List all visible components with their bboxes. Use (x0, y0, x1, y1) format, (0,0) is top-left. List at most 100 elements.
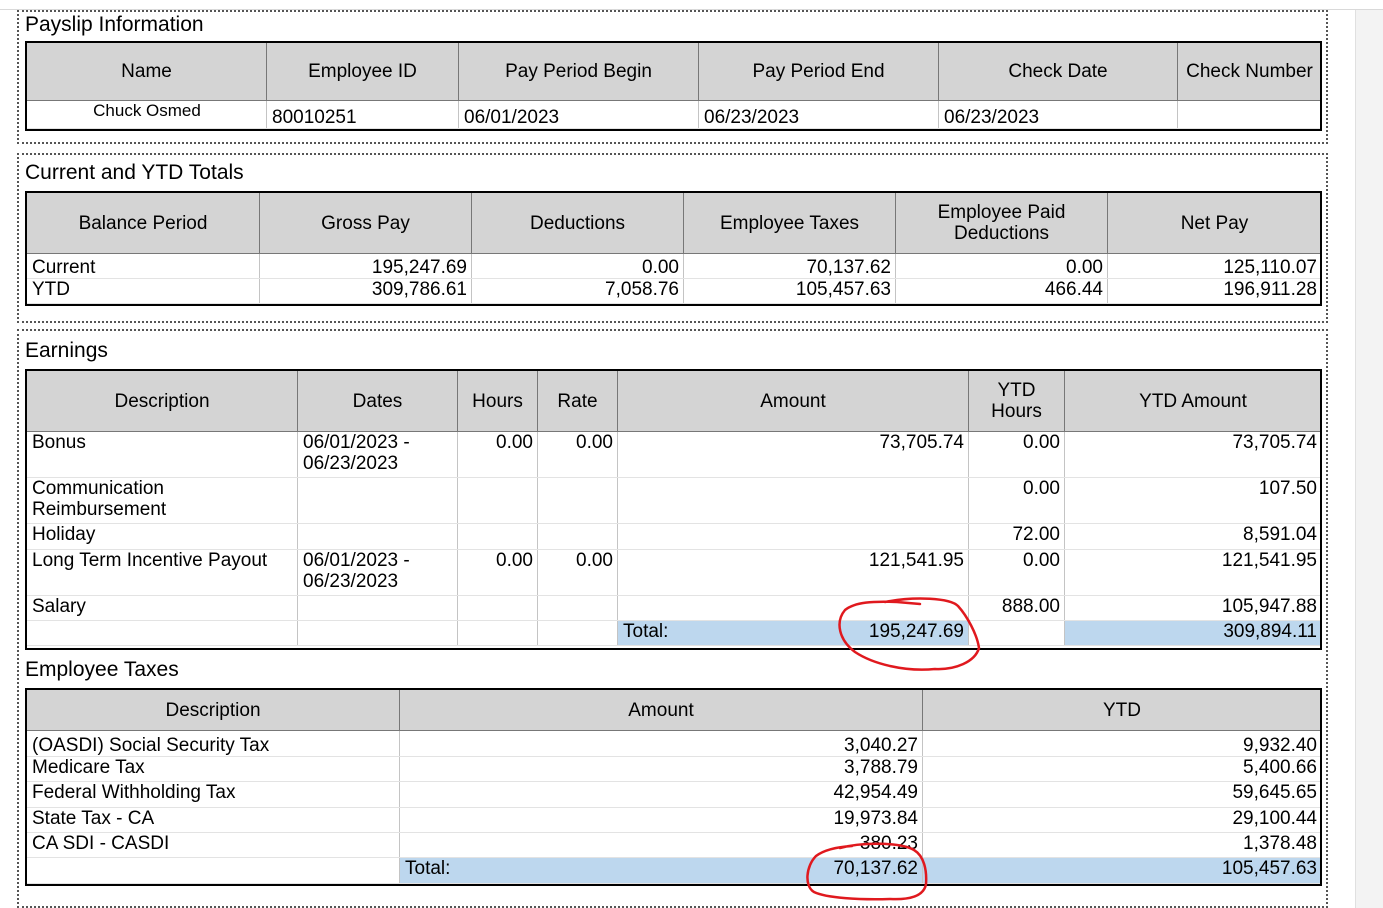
balance-period: Current (26, 253, 260, 279)
table-row: Holiday 72.00 8,591.04 (26, 523, 1322, 550)
table-row: (OASDI) Social Security Tax 3,040.27 9,9… (26, 730, 1322, 757)
tax-description: Federal Withholding Tax (26, 781, 400, 808)
table-row: Long Term Incentive Payout 06/01/2023 - … (26, 549, 1322, 596)
empty-cell (537, 620, 618, 646)
header-hours: Hours (457, 370, 538, 432)
total-label: Total: (405, 858, 451, 879)
table-row: YTD 309,786.61 7,058.76 105,457.63 466.4… (26, 278, 1322, 304)
pay-period-end: 06/23/2023 (698, 100, 939, 129)
tax-amount: 42,954.49 (399, 781, 923, 808)
earning-hours (457, 595, 538, 621)
earning-rate: 0.00 (537, 431, 618, 478)
total-row: Total: 70,137.62 105,457.63 (26, 857, 1322, 884)
net-pay: 196,911.28 (1107, 278, 1322, 304)
tax-ytd: 59,645.65 (922, 781, 1322, 808)
earning-description: Salary (26, 595, 298, 621)
empty-cell (297, 620, 458, 646)
header-description: Description (26, 370, 298, 432)
total-label: Total: (623, 621, 669, 642)
scrollbar-track[interactable] (1355, 10, 1383, 908)
earning-ytd-amount: 107.50 (1064, 477, 1322, 524)
earning-hours (457, 523, 538, 550)
earning-dates (297, 595, 458, 621)
tax-amount: 3,040.27 (399, 730, 923, 757)
earnings-total-amount: 195,247.69 (868, 621, 964, 642)
employee-paid-deductions: 466.44 (895, 278, 1108, 304)
earning-ytd-amount: 121,541.95 (1064, 549, 1322, 596)
earning-ytd-hours: 72.00 (968, 523, 1065, 550)
section-title: Payslip Information (25, 13, 204, 36)
earnings-table: Description Dates Hours Rate Amount YTD … (26, 370, 1322, 646)
earning-dates: 06/01/2023 - 06/23/2023 (297, 549, 458, 596)
section-title: Current and YTD Totals (25, 161, 244, 184)
tax-description: State Tax - CA (26, 807, 400, 833)
header-pay-period-begin: Pay Period Begin (458, 42, 699, 101)
earning-rate (537, 595, 618, 621)
earnings-total-ytd-amount: 309,894.11 (1064, 620, 1322, 646)
earning-ytd-hours: 0.00 (968, 549, 1065, 596)
net-pay: 125,110.07 (1107, 253, 1322, 279)
employee-taxes: 70,137.62 (683, 253, 896, 279)
header-ytd-hours: YTD Hours (968, 370, 1065, 432)
header-dates: Dates (297, 370, 458, 432)
earning-hours (457, 477, 538, 524)
empty-cell (968, 620, 1065, 646)
earning-ytd-hours: 0.00 (968, 431, 1065, 478)
earning-description: Holiday (26, 523, 298, 550)
tax-description: (OASDI) Social Security Tax (26, 730, 400, 757)
earning-hours: 0.00 (457, 549, 538, 596)
deductions: 0.00 (471, 253, 684, 279)
earning-ytd-amount: 8,591.04 (1064, 523, 1322, 550)
tax-amount: 19,973.84 (399, 807, 923, 833)
payslip-table: Name Employee ID Pay Period Begin Pay Pe… (26, 42, 1322, 129)
gross-pay: 309,786.61 (259, 278, 472, 304)
earning-ytd-amount: 73,705.74 (1064, 431, 1322, 478)
check-date: 06/23/2023 (938, 100, 1178, 129)
table-row: Medicare Tax 3,788.79 5,400.66 (26, 756, 1322, 782)
earning-hours: 0.00 (457, 431, 538, 478)
header-pay-period-end: Pay Period End (698, 42, 939, 101)
pay-period-begin: 06/01/2023 (458, 100, 699, 129)
taxes-total-ytd: 105,457.63 (922, 857, 1322, 884)
header-gross-pay: Gross Pay (259, 192, 472, 254)
check-number (1177, 100, 1322, 129)
earning-ytd-hours: 888.00 (968, 595, 1065, 621)
earning-description: Bonus (26, 431, 298, 478)
header-employee-taxes: Employee Taxes (683, 192, 896, 254)
section-title: Employee Taxes (25, 658, 179, 681)
header-net-pay: Net Pay (1107, 192, 1322, 254)
earning-description: Long Term Incentive Payout (26, 549, 298, 596)
header-name: Name (26, 42, 267, 101)
tax-description: CA SDI - CASDI (26, 832, 400, 858)
empty-cell (26, 857, 400, 884)
empty-cell (457, 620, 538, 646)
table-row: State Tax - CA 19,973.84 29,100.44 (26, 807, 1322, 833)
earnings-total-cell: Total: 195,247.69 (617, 620, 969, 646)
taxes-table: Description Amount YTD (OASDI) Social Se… (26, 689, 1322, 884)
employee-taxes: 105,457.63 (683, 278, 896, 304)
earning-ytd-hours: 0.00 (968, 477, 1065, 524)
tax-ytd: 1,378.48 (922, 832, 1322, 858)
earning-amount: 73,705.74 (617, 431, 969, 478)
table-row: Bonus 06/01/2023 - 06/23/2023 0.00 0.00 … (26, 431, 1322, 478)
header-balance-period: Balance Period (26, 192, 260, 254)
header-check-date: Check Date (938, 42, 1178, 101)
table-row: Current 195,247.69 0.00 70,137.62 0.00 1… (26, 253, 1322, 279)
header-employee-paid-deductions: Employee Paid Deductions (895, 192, 1108, 254)
tax-ytd: 5,400.66 (922, 756, 1322, 782)
earning-amount: 121,541.95 (617, 549, 969, 596)
tax-amount: 3,788.79 (399, 756, 923, 782)
earning-description: Communication Reimbursement (26, 477, 298, 524)
taxes-total-amount: 70,137.62 (833, 858, 918, 879)
header-rate: Rate (537, 370, 618, 432)
header-ytd-amount: YTD Amount (1064, 370, 1322, 432)
header-ytd: YTD (922, 689, 1322, 731)
earning-dates: 06/01/2023 - 06/23/2023 (297, 431, 458, 478)
earnings-taxes-section: Earnings Description Dates Hours Rate Am… (17, 329, 1328, 908)
employee-name: Chuck Osmed (26, 100, 267, 129)
earning-dates (297, 477, 458, 524)
deductions: 7,058.76 (471, 278, 684, 304)
tax-amount: 380.23 (399, 832, 923, 858)
header-amount: Amount (399, 689, 923, 731)
header-deductions: Deductions (471, 192, 684, 254)
